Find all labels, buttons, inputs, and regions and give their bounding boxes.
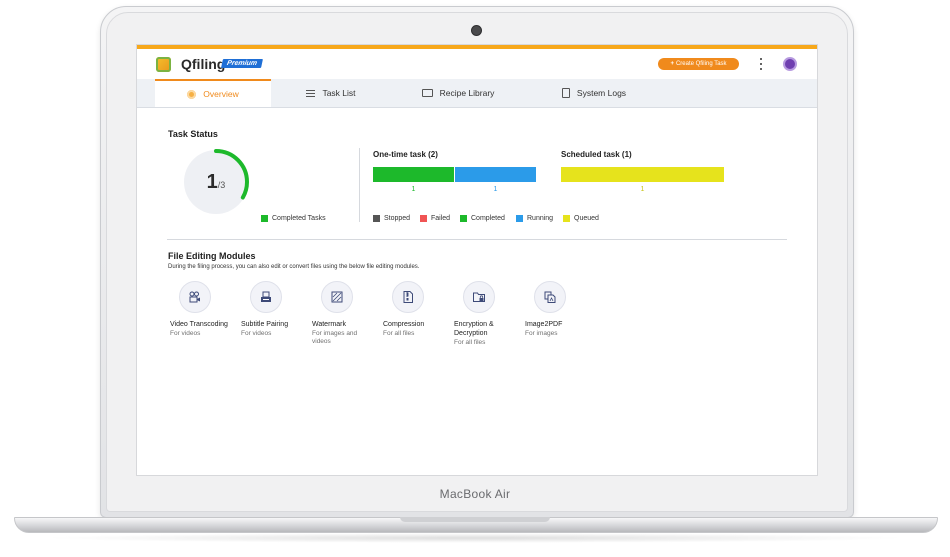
stopped-swatch (373, 215, 380, 222)
module-video-transcoding[interactable]: Video Transcoding For videos (170, 281, 232, 338)
video-camera-glyph (189, 291, 200, 303)
webcam-icon (471, 25, 482, 36)
module-name: Video Transcoding (170, 321, 228, 328)
module-compression[interactable]: Compression For all files (383, 281, 445, 338)
plus-icon: + (670, 61, 674, 67)
tab-recipe-library[interactable]: Recipe Library (399, 79, 517, 107)
one-time-running-value: 1 (493, 186, 498, 193)
watermark-glyph (331, 291, 343, 303)
create-task-label: Create Qfiling Task (675, 61, 727, 67)
module-name: Encryption & Decryption (454, 321, 494, 337)
donut-count: 1/3 (181, 147, 251, 217)
module-image2pdf[interactable]: Image2PDF For images (525, 281, 587, 338)
module-watermark[interactable]: Watermark For images and videos (312, 281, 374, 346)
more-vertical-icon[interactable] (759, 58, 763, 70)
watermark-icon (321, 281, 353, 313)
tab-task-list[interactable]: Task List (277, 79, 385, 107)
legend-stopped: Stopped (384, 215, 411, 222)
tab-recipe-library-label: Recipe Library (439, 88, 495, 98)
tab-system-logs[interactable]: System Logs (535, 79, 653, 107)
modules-title: File Editing Modules (168, 251, 256, 261)
tab-task-list-label: Task List (322, 88, 356, 98)
pdf-icon (534, 281, 566, 313)
module-sub: For all files (383, 330, 415, 337)
app-screen: Qfiling Premium + Create Qfiling Task Ove… (136, 44, 818, 476)
modules-description: During the filing process, you can also … (168, 264, 420, 270)
module-sub: For images (525, 330, 558, 337)
one-time-running-bar (455, 167, 536, 182)
completed-swatch (460, 215, 467, 222)
one-time-completed-value: 1 (411, 186, 416, 193)
folder-lock-icon (463, 281, 495, 313)
module-subtitle-pairing[interactable]: Subtitle Pairing For videos (241, 281, 303, 338)
app-name: Qfiling (181, 56, 226, 72)
completed-tasks-swatch (261, 215, 268, 222)
device-brand-label: MacBook Air (439, 487, 511, 501)
completed-donut-chart: 1/3 (181, 147, 251, 217)
overview-icon (187, 89, 197, 99)
legend-failed: Failed (431, 215, 451, 222)
tab-bar: Overview Task List Recipe Library System… (137, 79, 817, 108)
completed-tasks-legend: Completed Tasks (272, 215, 326, 222)
folder-lock-glyph (473, 292, 485, 302)
module-sub: For videos (170, 330, 201, 337)
legend-completed: Completed (471, 215, 505, 222)
create-task-button[interactable]: + Create Qfiling Task (658, 58, 739, 70)
laptop-shadow (40, 533, 910, 543)
total-count: /3 (217, 180, 226, 190)
module-sub: For videos (241, 330, 272, 337)
app-header: Qfiling Premium + Create Qfiling Task (137, 49, 817, 77)
module-name: Compression (383, 321, 425, 328)
legend-running: Running (527, 215, 554, 222)
subtitle-icon (250, 281, 282, 313)
tab-system-logs-label: System Logs (576, 88, 627, 98)
failed-swatch (420, 215, 427, 222)
module-name: Subtitle Pairing (241, 321, 289, 328)
vertical-divider (359, 148, 360, 222)
video-camera-icon (179, 281, 211, 313)
tab-overview[interactable]: Overview (155, 79, 271, 107)
system-logs-icon (561, 88, 570, 98)
legend-queued: Queued (574, 215, 599, 222)
module-sub: For images and videos (312, 330, 358, 345)
task-list-icon (306, 88, 316, 98)
user-avatar[interactable] (783, 57, 797, 71)
zip-glyph (403, 291, 413, 303)
module-encryption-decryption[interactable]: Encryption & Decryption For all files (454, 281, 516, 347)
module-sub: For all files (454, 339, 486, 346)
tab-overview-label: Overview (203, 89, 239, 99)
scheduled-queued-value: 1 (640, 186, 645, 193)
running-swatch (516, 215, 523, 222)
completed-count: 1 (206, 171, 218, 193)
one-time-task-title: One-time task (2) (373, 150, 438, 159)
one-time-completed-bar (373, 167, 454, 182)
section-divider (167, 239, 787, 240)
module-name: Watermark (312, 321, 346, 328)
module-name: Image2PDF (525, 321, 563, 328)
qfiling-logo-icon (156, 57, 171, 72)
subtitle-glyph (261, 291, 271, 302)
scheduled-task-title: Scheduled task (1) (561, 150, 632, 159)
pdf-glyph (544, 291, 556, 303)
recipe-library-icon (421, 89, 433, 97)
zip-icon (392, 281, 424, 313)
scheduled-queued-bar (561, 167, 724, 182)
laptop-notch (400, 517, 550, 522)
queued-swatch (563, 215, 570, 222)
premium-badge: Premium (221, 59, 263, 68)
task-status-title: Task Status (168, 129, 218, 139)
